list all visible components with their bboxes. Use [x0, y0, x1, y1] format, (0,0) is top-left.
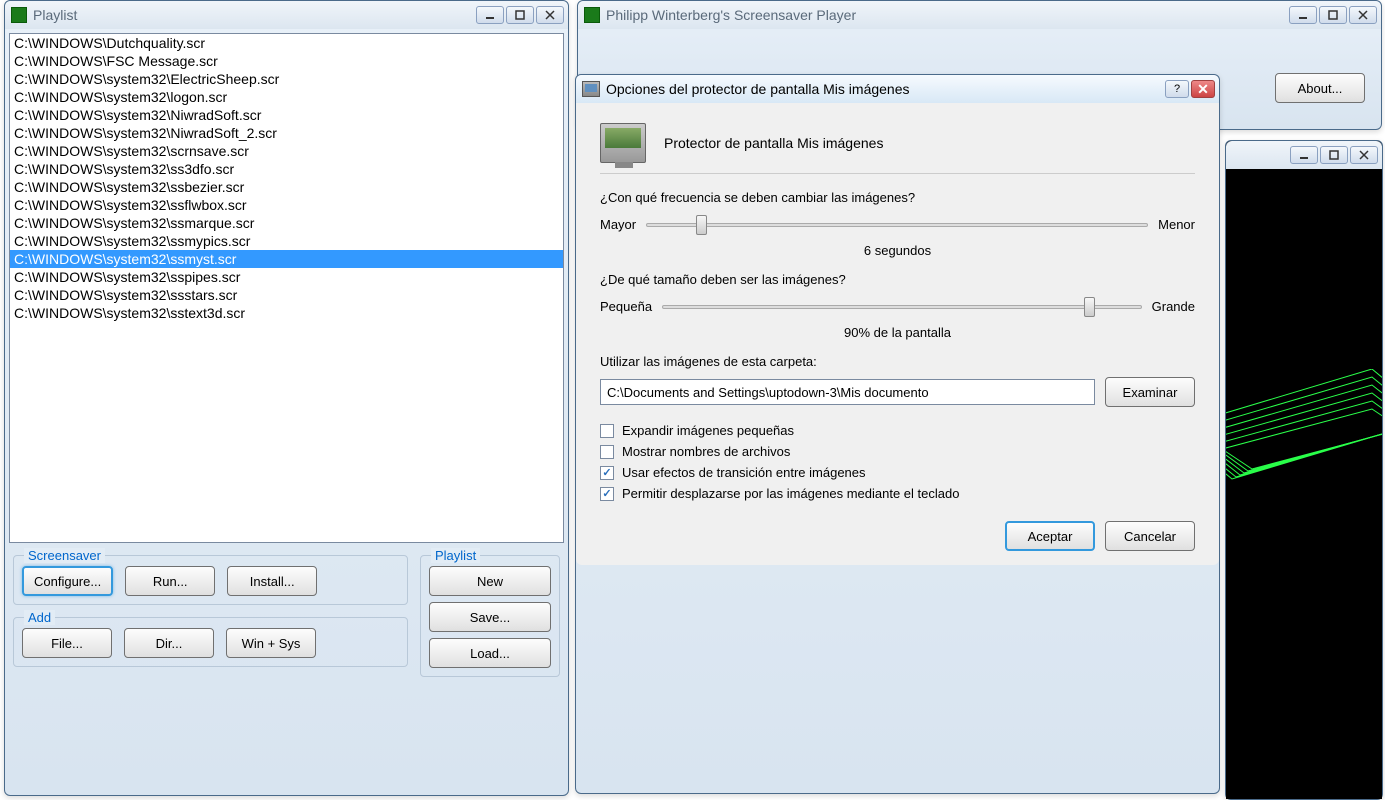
size-min-label: Pequeña	[600, 299, 652, 314]
minimize-button[interactable]	[476, 6, 504, 24]
add-winsys-button[interactable]: Win + Sys	[226, 628, 316, 658]
list-item[interactable]: C:\WINDOWS\system32\scrnsave.scr	[10, 142, 563, 160]
list-item[interactable]: C:\WINDOWS\FSC Message.scr	[10, 52, 563, 70]
playlist-save-button[interactable]: Save...	[429, 602, 551, 632]
frequency-slider[interactable]	[646, 213, 1148, 235]
window-title: Playlist	[33, 7, 476, 23]
expand-label: Expandir imágenes pequeñas	[622, 423, 794, 438]
keyboard-checkbox[interactable]	[600, 487, 614, 501]
size-slider[interactable]	[662, 295, 1142, 317]
screensaver-icon	[600, 123, 646, 163]
divider	[600, 173, 1195, 174]
list-item[interactable]: C:\WINDOWS\system32\sstext3d.scr	[10, 304, 563, 322]
screensaver-group: Screensaver Configure... Run... Install.…	[13, 555, 408, 605]
transitions-checkbox[interactable]	[600, 466, 614, 480]
options-dialog: Opciones del protector de pantalla Mis i…	[575, 74, 1220, 794]
preview-canvas	[1226, 169, 1382, 799]
close-button[interactable]	[1349, 6, 1377, 24]
list-item[interactable]: C:\WINDOWS\system32\NiwradSoft.scr	[10, 106, 563, 124]
list-item[interactable]: C:\WINDOWS\system32\logon.scr	[10, 88, 563, 106]
list-item[interactable]: C:\WINDOWS\system32\sspipes.scr	[10, 268, 563, 286]
folder-path-input[interactable]	[600, 379, 1095, 405]
add-file-button[interactable]: File...	[22, 628, 112, 658]
install-button[interactable]: Install...	[227, 566, 317, 596]
dialog-header-text: Protector de pantalla Mis imágenes	[664, 135, 883, 151]
dialog-title: Opciones del protector de pantalla Mis i…	[606, 81, 1165, 97]
freq-max-label: Menor	[1158, 217, 1195, 232]
about-button[interactable]: About...	[1275, 73, 1365, 103]
app-icon	[11, 7, 27, 23]
maximize-button[interactable]	[1319, 6, 1347, 24]
window-title: Philipp Winterberg's Screensaver Player	[606, 7, 1289, 23]
list-item[interactable]: C:\WINDOWS\Dutchquality.scr	[10, 34, 563, 52]
list-item[interactable]: C:\WINDOWS\system32\ssbezier.scr	[10, 178, 563, 196]
frequency-value: 6 segundos	[600, 243, 1195, 258]
size-max-label: Grande	[1152, 299, 1195, 314]
folder-label: Utilizar las imágenes de esta carpeta:	[600, 354, 1195, 369]
playlist-new-button[interactable]: New	[429, 566, 551, 596]
playlist-load-button[interactable]: Load...	[429, 638, 551, 668]
names-checkbox[interactable]	[600, 445, 614, 459]
playlist-group: Playlist New Save... Load...	[420, 555, 560, 677]
titlebar[interactable]: Philipp Winterberg's Screensaver Player	[578, 1, 1381, 29]
monitor-icon	[582, 81, 600, 97]
add-dir-button[interactable]: Dir...	[124, 628, 214, 658]
close-button[interactable]	[1350, 146, 1378, 164]
group-legend: Add	[24, 610, 55, 625]
titlebar[interactable]: Opciones del protector de pantalla Mis i…	[576, 75, 1219, 103]
maximize-button[interactable]	[1320, 146, 1348, 164]
list-item[interactable]: C:\WINDOWS\system32\NiwradSoft_2.scr	[10, 124, 563, 142]
help-button[interactable]: ?	[1165, 80, 1189, 98]
group-legend: Playlist	[431, 548, 480, 563]
names-label: Mostrar nombres de archivos	[622, 444, 790, 459]
configure-button[interactable]: Configure...	[22, 566, 113, 596]
titlebar[interactable]	[1226, 141, 1382, 169]
slider-thumb[interactable]	[1084, 297, 1095, 317]
playlist-window: Playlist C:\WINDOWS\Dutchquality.scrC:\W…	[4, 0, 569, 796]
list-item[interactable]: C:\WINDOWS\system32\ssstars.scr	[10, 286, 563, 304]
expand-checkbox[interactable]	[600, 424, 614, 438]
preview-window	[1225, 140, 1383, 800]
titlebar[interactable]: Playlist	[5, 1, 568, 29]
freq-min-label: Mayor	[600, 217, 636, 232]
list-item[interactable]: C:\WINDOWS\system32\ElectricSheep.scr	[10, 70, 563, 88]
minimize-button[interactable]	[1290, 146, 1318, 164]
size-question: ¿De qué tamaño deben ser las imágenes?	[600, 272, 1195, 287]
ok-button[interactable]: Aceptar	[1005, 521, 1095, 551]
list-item[interactable]: C:\WINDOWS\system32\ssmarque.scr	[10, 214, 563, 232]
list-item[interactable]: C:\WINDOWS\system32\ssmyst.scr	[10, 250, 563, 268]
slider-thumb[interactable]	[696, 215, 707, 235]
list-item[interactable]: C:\WINDOWS\system32\ss3dfo.scr	[10, 160, 563, 178]
list-item[interactable]: C:\WINDOWS\system32\ssmypics.scr	[10, 232, 563, 250]
maximize-button[interactable]	[506, 6, 534, 24]
list-item[interactable]: C:\WINDOWS\system32\ssflwbox.scr	[10, 196, 563, 214]
app-icon	[584, 7, 600, 23]
frequency-question: ¿Con qué frecuencia se deben cambiar las…	[600, 190, 1195, 205]
browse-button[interactable]: Examinar	[1105, 377, 1195, 407]
playlist-listbox[interactable]: C:\WINDOWS\Dutchquality.scrC:\WINDOWS\FS…	[9, 33, 564, 543]
minimize-button[interactable]	[1289, 6, 1317, 24]
cancel-button[interactable]: Cancelar	[1105, 521, 1195, 551]
keyboard-label: Permitir desplazarse por las imágenes me…	[622, 486, 959, 501]
close-button[interactable]: ✕	[1191, 80, 1215, 98]
size-value: 90% de la pantalla	[600, 325, 1195, 340]
add-group: Add File... Dir... Win + Sys	[13, 617, 408, 667]
run-button[interactable]: Run...	[125, 566, 215, 596]
group-legend: Screensaver	[24, 548, 105, 563]
transitions-label: Usar efectos de transición entre imágene…	[622, 465, 866, 480]
close-button[interactable]	[536, 6, 564, 24]
